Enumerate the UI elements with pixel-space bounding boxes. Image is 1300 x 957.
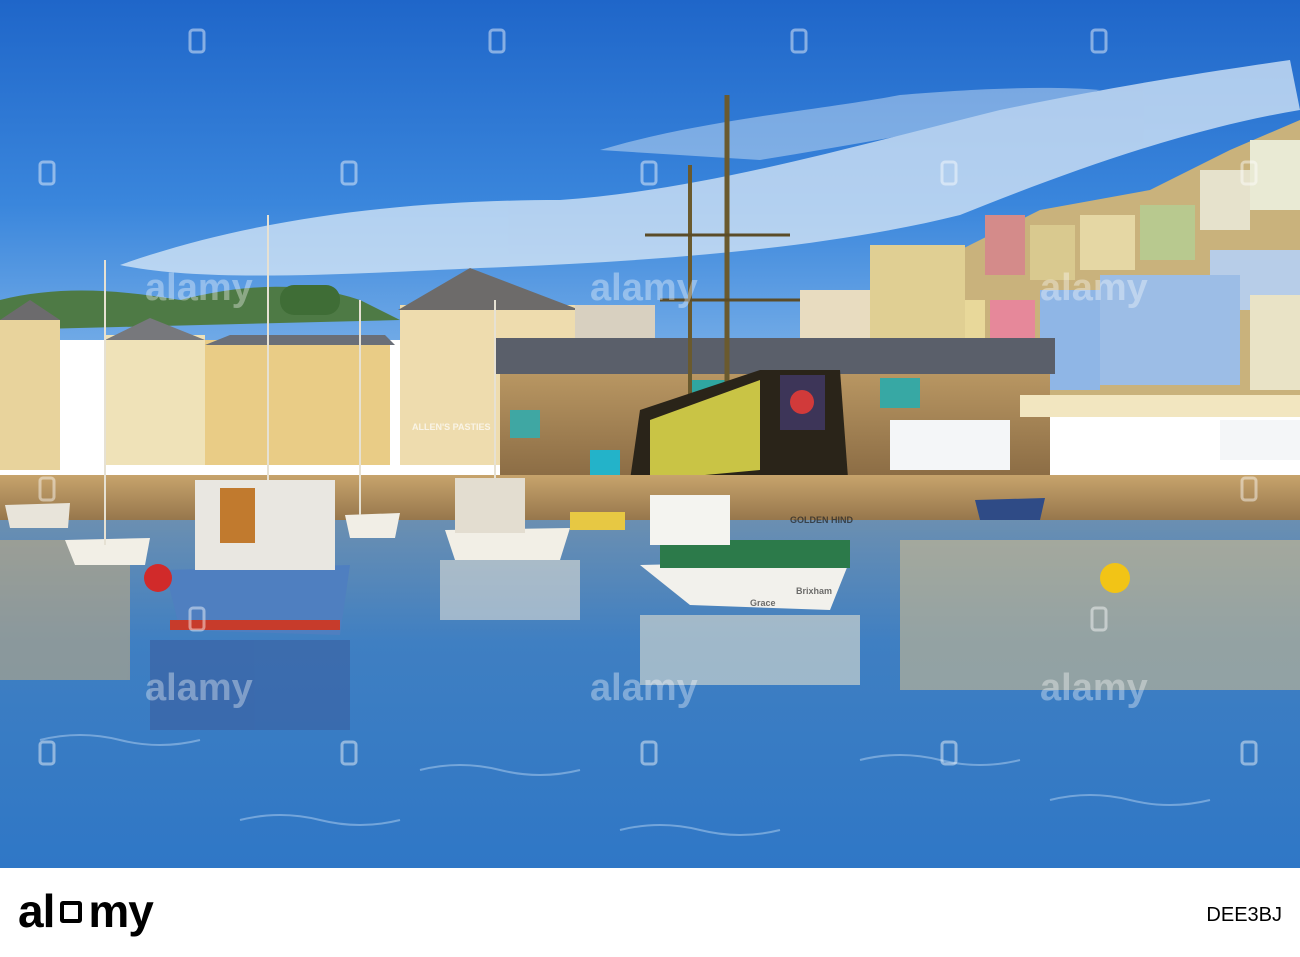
marquee-tent bbox=[890, 420, 1010, 470]
marquee-tent-right bbox=[1220, 420, 1300, 460]
trees bbox=[280, 285, 340, 315]
harbour-photo bbox=[0, 0, 1300, 868]
stock-photo-id: DEE3BJ bbox=[1206, 904, 1282, 926]
footer-bar bbox=[0, 868, 1300, 957]
yellow-buoy bbox=[1100, 563, 1130, 593]
alamy-logo: al my bbox=[18, 885, 154, 937]
alamy-logo-icon bbox=[60, 900, 83, 923]
logo-text-left: al bbox=[18, 885, 55, 937]
logo-text-right: my bbox=[88, 885, 153, 937]
terrace-canopy bbox=[1020, 395, 1300, 417]
